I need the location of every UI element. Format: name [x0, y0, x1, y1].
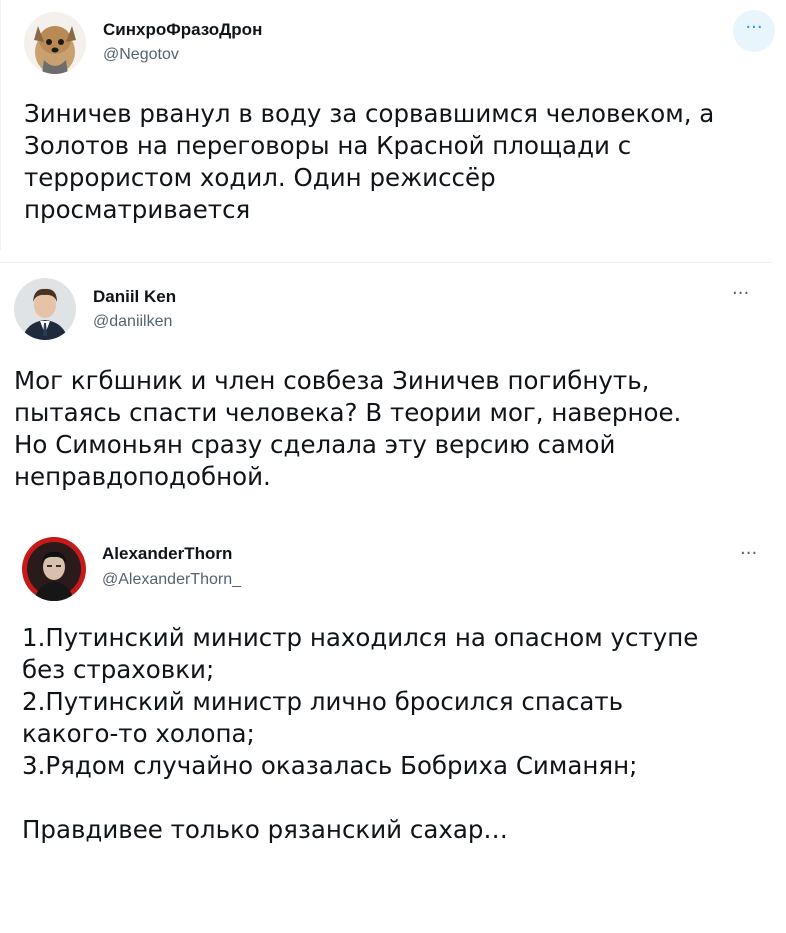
- tweet-text: 1.Путинский министр находился на опасном…: [22, 623, 699, 844]
- username-handle[interactable]: @AlexanderThorn_: [102, 571, 241, 589]
- more-options-button[interactable]: ···: [740, 545, 757, 563]
- username-handle[interactable]: @daniilken: [93, 313, 172, 331]
- tweet-2[interactable]: Daniil Ken @daniilken ··· Мог кгбшник и …: [0, 263, 786, 515]
- tweet-3[interactable]: AlexanderThorn @AlexanderThorn_ ··· 1.Пу…: [0, 515, 786, 933]
- display-name[interactable]: Daniil Ken: [93, 287, 176, 307]
- tweet-left-border: [0, 0, 1, 250]
- tweet-text: Мог кгбшник и член совбеза Зиничев погиб…: [14, 366, 682, 491]
- tweet-1[interactable]: СинхроФразоДрон @Negotov ··· Зиничев рва…: [0, 0, 786, 262]
- avatar[interactable]: [22, 537, 86, 601]
- more-horizontal-icon: ···: [745, 17, 763, 38]
- username-handle[interactable]: @Negotov: [103, 46, 179, 64]
- avatar[interactable]: [14, 278, 76, 340]
- more-options-button[interactable]: ···: [733, 10, 775, 52]
- more-options-button[interactable]: ···: [732, 285, 749, 303]
- display-name[interactable]: AlexanderThorn: [102, 544, 232, 564]
- display-name[interactable]: СинхроФразоДрон: [103, 20, 262, 40]
- more-horizontal-icon: ···: [732, 283, 750, 304]
- tweet-text: Зиничев рванул в воду за сорвавшимся чел…: [24, 99, 715, 224]
- more-horizontal-icon: ···: [740, 543, 758, 564]
- avatar[interactable]: [24, 12, 86, 74]
